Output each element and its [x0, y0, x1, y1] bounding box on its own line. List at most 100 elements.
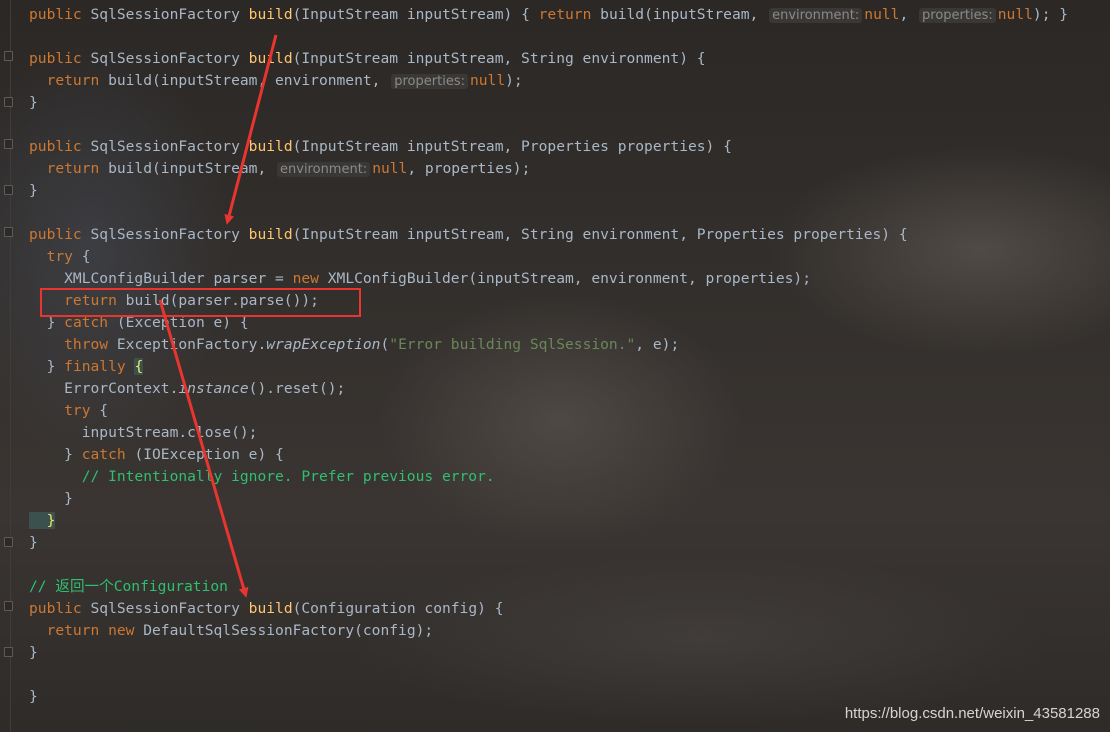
code-line[interactable]: } — [29, 92, 38, 114]
code-line[interactable]: } — [29, 180, 38, 202]
code-token: } — [29, 490, 73, 507]
code-token: throw — [29, 336, 117, 353]
code-token: instance — [178, 380, 249, 397]
code-token: return — [29, 160, 109, 177]
code-token: build(inputStream, environment, — [108, 72, 390, 89]
parameter-hint: environment: — [277, 162, 371, 177]
code-token: } — [29, 182, 38, 199]
code-token: } — [29, 534, 38, 551]
code-token: SqlSessionFactory — [90, 226, 249, 243]
code-token: public — [29, 6, 91, 23]
code-token: { — [81, 248, 91, 265]
code-line[interactable]: } — [29, 510, 56, 532]
code-line[interactable]: // Intentionally ignore. Prefer previous… — [29, 466, 495, 488]
code-token: } — [29, 688, 38, 705]
code-line[interactable]: ErrorContext.instance().reset(); — [29, 378, 345, 400]
code-token: try — [29, 402, 100, 419]
code-token: , e); — [635, 336, 680, 353]
code-token: { — [134, 358, 144, 375]
code-token: try — [29, 248, 82, 265]
code-token: build(inputStream, — [600, 6, 768, 23]
code-token: SqlSessionFactory — [90, 6, 249, 23]
code-line[interactable]: } — [29, 642, 38, 664]
code-token: ().reset(); — [248, 380, 346, 397]
code-token: build — [248, 600, 293, 617]
code-token: // 返回一个Configuration — [29, 578, 228, 595]
code-token: // Intentionally ignore. Prefer previous… — [29, 468, 495, 485]
code-token: ExceptionFactory. — [116, 336, 267, 353]
watermark: https://blog.csdn.net/weixin_43581288 — [844, 705, 1100, 722]
code-line[interactable]: public SqlSessionFactory build(Configura… — [29, 598, 503, 620]
code-line[interactable]: } — [29, 686, 38, 708]
code-token: public — [29, 50, 91, 67]
code-editor[interactable]: public SqlSessionFactory build(InputStre… — [0, 0, 1110, 732]
code-line[interactable]: throw ExceptionFactory.wrapException("Er… — [29, 334, 679, 356]
code-token: } — [29, 358, 65, 375]
code-token: null — [864, 6, 900, 23]
code-token: } — [29, 512, 56, 529]
code-line[interactable]: // 返回一个Configuration — [29, 576, 228, 598]
code-token: , properties); — [407, 160, 531, 177]
code-token: (InputStream inputStream) — [292, 6, 522, 23]
code-token: , — [899, 6, 918, 23]
code-token: build — [248, 138, 293, 155]
code-token: build — [248, 50, 293, 67]
code-token: SqlSessionFactory — [90, 50, 249, 67]
code-token: ErrorContext. — [29, 380, 179, 397]
code-line[interactable]: public SqlSessionFactory build(InputStre… — [29, 224, 908, 246]
code-token: SqlSessionFactory — [90, 600, 249, 617]
code-token: new — [108, 622, 144, 639]
code-token: ); — [505, 72, 523, 89]
code-token: } — [29, 644, 38, 661]
code-line[interactable]: inputStream.close(); — [29, 422, 258, 444]
code-token: (InputStream inputStream, Properties pro… — [292, 138, 732, 155]
code-token: DefaultSqlSessionFactory(config); — [143, 622, 434, 639]
code-token: ( — [380, 336, 390, 353]
code-line[interactable]: } — [29, 532, 38, 554]
code-token: (Configuration config) { — [292, 600, 504, 617]
code-line[interactable]: try { — [29, 400, 108, 422]
code-line[interactable]: try { — [29, 246, 91, 268]
code-token: { — [99, 402, 109, 419]
code-token: return — [29, 72, 109, 89]
code-token: return — [29, 622, 109, 639]
code-token: build — [248, 6, 293, 23]
code-token: finally — [64, 358, 135, 375]
code-token: catch — [81, 446, 135, 463]
code-token: null — [372, 160, 408, 177]
code-token: build(inputStream, — [108, 160, 276, 177]
code-token: (InputStream inputStream, String environ… — [292, 226, 908, 243]
code-token: ); } — [1032, 6, 1069, 23]
code-line[interactable]: public SqlSessionFactory build(InputStre… — [29, 48, 706, 70]
code-token: } — [29, 446, 82, 463]
code-token: "Error building SqlSession." — [389, 336, 636, 353]
code-line[interactable]: return new DefaultSqlSessionFactory(conf… — [29, 620, 434, 642]
code-token: null — [997, 6, 1033, 23]
code-token: return — [538, 6, 601, 23]
code-line[interactable]: } — [29, 488, 73, 510]
code-line[interactable]: return build(inputStream, environment: nu… — [29, 158, 530, 180]
code-token: (IOException e) { — [134, 446, 284, 463]
code-token: XMLConfigBuilder(inputStream, environmen… — [327, 270, 811, 287]
code-line[interactable]: XMLConfigBuilder parser = new XMLConfigB… — [29, 268, 811, 290]
code-token: } — [29, 94, 38, 111]
code-token: public — [29, 600, 91, 617]
parameter-hint: properties: — [919, 8, 996, 23]
code-line[interactable]: } catch (IOException e) { — [29, 444, 284, 466]
code-line[interactable]: return build(inputStream, environment, p… — [29, 70, 523, 92]
parameter-hint: environment: — [769, 8, 863, 23]
code-token: (InputStream inputStream, String environ… — [292, 50, 706, 67]
code-token: { — [521, 6, 539, 23]
code-line[interactable]: public SqlSessionFactory build(InputStre… — [29, 4, 1068, 26]
code-token: public — [29, 226, 91, 243]
code-token: public — [29, 138, 91, 155]
code-line[interactable]: } finally { — [29, 356, 144, 378]
code-token: build — [248, 226, 293, 243]
highlight-box — [40, 288, 361, 317]
code-token: wrapException — [266, 336, 381, 353]
code-token: null — [469, 72, 506, 89]
parameter-hint: properties: — [391, 74, 468, 89]
code-line[interactable]: public SqlSessionFactory build(InputStre… — [29, 136, 732, 158]
code-token: new — [292, 270, 328, 287]
code-token: SqlSessionFactory — [90, 138, 249, 155]
